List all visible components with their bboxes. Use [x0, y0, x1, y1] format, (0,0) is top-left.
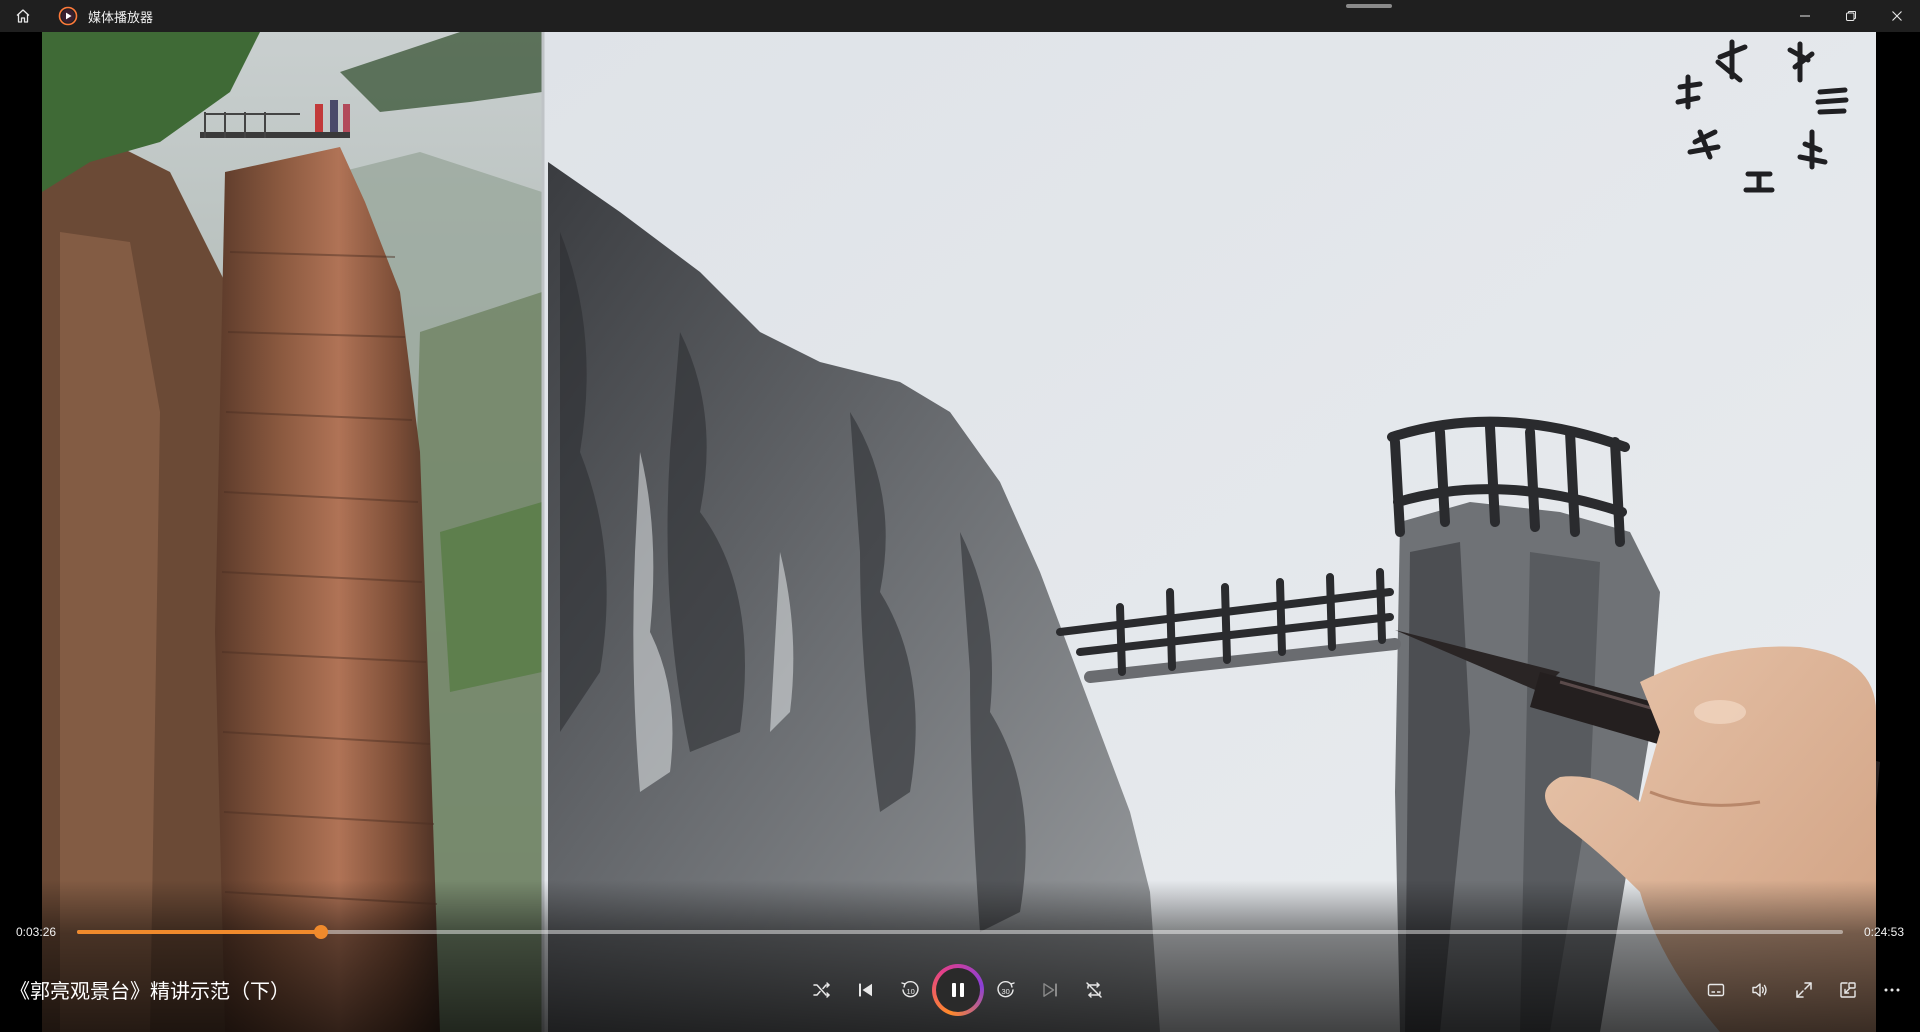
repeat-button[interactable] — [1072, 968, 1116, 1012]
svg-text:10: 10 — [907, 987, 915, 996]
volume-button[interactable] — [1738, 968, 1782, 1012]
next-button[interactable] — [1028, 968, 1072, 1012]
seek-bar[interactable] — [77, 925, 1843, 939]
captions-icon — [1707, 983, 1725, 997]
fullscreen-icon — [1796, 982, 1812, 998]
forward-30-button[interactable]: 30 — [984, 968, 1028, 1012]
restore-icon — [1846, 11, 1856, 21]
transport-controls: 10 30 — [800, 962, 1116, 1018]
restore-button[interactable] — [1828, 0, 1874, 32]
next-icon — [1043, 983, 1057, 997]
mini-player-icon — [1840, 982, 1856, 998]
home-button[interactable] — [0, 0, 46, 32]
title-bar: 媒体播放器 — [0, 0, 1920, 32]
minimize-button[interactable] — [1782, 0, 1828, 32]
fullscreen-button[interactable] — [1782, 968, 1826, 1012]
play-pause-button[interactable] — [932, 964, 984, 1016]
right-controls — [1694, 968, 1914, 1012]
more-icon — [1884, 988, 1900, 992]
seek-progress — [77, 930, 321, 934]
shuffle-icon — [813, 982, 830, 998]
more-button[interactable] — [1870, 968, 1914, 1012]
forward-30-icon: 30 — [997, 980, 1015, 998]
minimize-icon — [1800, 15, 1810, 17]
repeat-off-icon — [1086, 982, 1102, 998]
volume-icon — [1752, 983, 1767, 997]
home-icon — [16, 9, 30, 23]
captions-button[interactable] — [1694, 968, 1738, 1012]
current-time: 0:03:26 — [16, 925, 57, 939]
svg-text:30: 30 — [1002, 987, 1010, 996]
media-title: 《郭亮观景台》精讲示范（下） — [10, 981, 290, 1003]
previous-icon — [859, 983, 872, 997]
previous-button[interactable] — [844, 968, 888, 1012]
close-icon — [1892, 11, 1902, 21]
seek-thumb[interactable] — [313, 925, 328, 939]
rewind-10-button[interactable]: 10 — [888, 968, 932, 1012]
total-duration: 0:24:53 — [1863, 925, 1904, 939]
mini-player-button[interactable] — [1826, 968, 1870, 1012]
pause-icon — [952, 983, 964, 997]
close-button[interactable] — [1874, 0, 1920, 32]
shuffle-button[interactable] — [800, 968, 844, 1012]
window-title: 媒体播放器 — [88, 9, 154, 25]
rewind-10-icon: 10 — [901, 980, 919, 998]
media-player-icon — [58, 6, 78, 26]
window-drag-handle[interactable] — [1346, 4, 1392, 8]
